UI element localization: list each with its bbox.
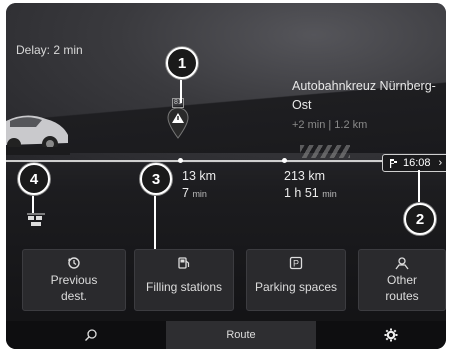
tile-label: Other bbox=[386, 273, 417, 287]
history-icon bbox=[68, 257, 80, 269]
poi-tiles: Previous dest. Filling stations P Parkin… bbox=[6, 249, 446, 311]
eta-button[interactable]: 16:08 › bbox=[382, 154, 446, 172]
traffic-jam-segment bbox=[300, 145, 350, 158]
parking-icon: P bbox=[289, 256, 303, 270]
navigation-screen: Delay: 2 min Autobahnkreuz Nürnberg-Ost … bbox=[6, 3, 446, 349]
chevron-right-icon: › bbox=[438, 157, 443, 169]
fuel-pump-icon bbox=[178, 257, 190, 269]
segment-2-distance: 213 km bbox=[284, 169, 325, 183]
callout-2: 2 bbox=[404, 203, 436, 235]
callout-3: 3 bbox=[140, 163, 172, 195]
segment-1-distance: 13 km bbox=[182, 169, 217, 183]
tile-label: Previous bbox=[50, 273, 98, 287]
waypoint-marker bbox=[282, 158, 287, 163]
delay-text: Delay: 2 min bbox=[16, 43, 83, 57]
alternate-route-icon bbox=[395, 257, 409, 270]
tile-label: Filling stations bbox=[145, 280, 223, 294]
segment-2: 213 km 1 h 51 min bbox=[284, 169, 337, 200]
eta-time: 16:08 bbox=[403, 157, 431, 169]
filling-stations-tile[interactable]: Filling stations bbox=[134, 249, 234, 311]
segment-1-time: 7 bbox=[182, 186, 189, 200]
segment-1: 13 km 7 min bbox=[182, 169, 217, 200]
tile-label: dest. bbox=[60, 289, 87, 303]
traffic-info-icon[interactable] bbox=[26, 212, 46, 228]
segment-2-time: 1 h 51 bbox=[284, 186, 319, 200]
callout-4-leader bbox=[32, 195, 34, 213]
callout-1-leader bbox=[180, 77, 182, 103]
parking-spaces-tile[interactable]: P Parking spaces bbox=[246, 249, 346, 311]
settings-button[interactable] bbox=[346, 321, 436, 349]
tile-label: routes bbox=[385, 289, 419, 303]
traffic-warning-pin-icon[interactable] bbox=[167, 107, 189, 139]
callout-4: 4 bbox=[18, 163, 50, 195]
destination-flag-icon bbox=[390, 159, 397, 168]
previous-destinations-tile[interactable]: Previous dest. bbox=[22, 249, 126, 311]
route-tab[interactable]: Route bbox=[166, 321, 316, 349]
search-button[interactable] bbox=[46, 321, 136, 349]
callout-1: 1 bbox=[166, 47, 198, 79]
callout-2-leader bbox=[418, 170, 420, 202]
tile-label: Parking spaces bbox=[254, 280, 338, 294]
waypoint-marker bbox=[178, 158, 183, 163]
destination-detail: +2 min | 1.2 km bbox=[292, 119, 368, 131]
gear-icon bbox=[384, 328, 398, 342]
car-icon bbox=[6, 115, 70, 155]
other-routes-tile[interactable]: Other routes bbox=[358, 249, 446, 311]
search-icon bbox=[85, 329, 97, 341]
route-track-progress bbox=[6, 160, 386, 162]
svg-text:P: P bbox=[293, 259, 299, 269]
destination-name: Autobahnkreuz Nürnberg-Ost bbox=[292, 79, 436, 112]
route-tab-label: Route bbox=[226, 329, 256, 341]
